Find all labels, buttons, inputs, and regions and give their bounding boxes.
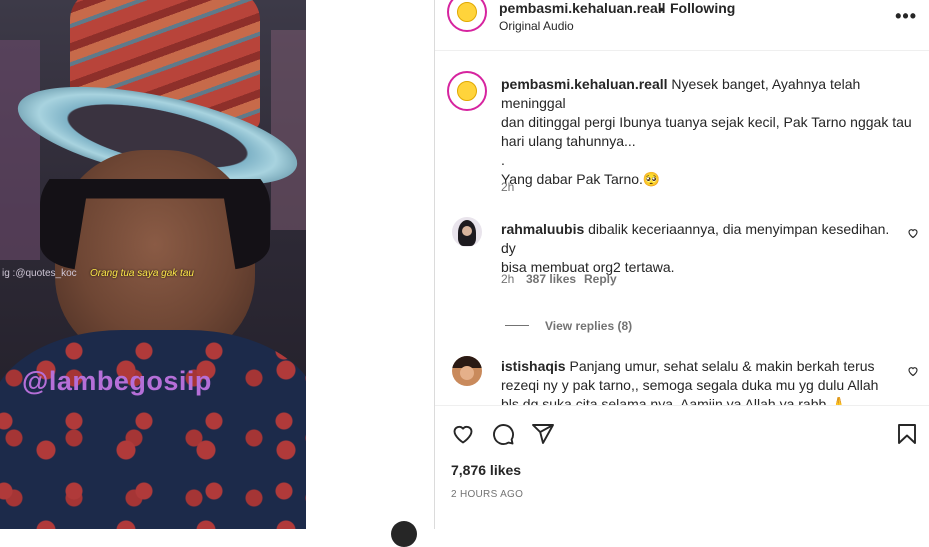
comment-line: rezeqi ny y pak tarno,, semoga segala du… xyxy=(501,377,879,393)
account-watermark: @lambegosiip xyxy=(22,366,212,396)
comment-age: 2h xyxy=(501,272,515,286)
post-header: pembasmi.kehaluan.reall • Following Orig… xyxy=(435,0,929,51)
author-avatar[interactable] xyxy=(447,0,487,32)
caption-line: dan ditinggal pergi Ibunya tuanya sejak … xyxy=(501,114,912,130)
comment-text: istishaqis Panjang umur, sehat selalu & … xyxy=(501,357,901,405)
reply-button[interactable]: Reply xyxy=(584,272,617,286)
background-panel xyxy=(0,40,40,260)
post-media[interactable]: ig :@quotes_koc Orang tua saya gak tau @… xyxy=(0,0,306,529)
comment-like-heart-icon[interactable] xyxy=(907,365,919,377)
commenter-avatar[interactable] xyxy=(452,217,482,247)
background-panel xyxy=(271,30,306,230)
caption-line: Yang dabar Pak Tarno.🥺 xyxy=(501,171,661,187)
view-replies-button[interactable]: View replies (8) xyxy=(545,319,632,333)
author-username[interactable]: pembasmi.kehaluan.reall xyxy=(499,0,666,16)
comment-like-heart-icon[interactable] xyxy=(907,227,919,239)
caption-line: hari ulang tahunnya... xyxy=(501,133,636,149)
comment-line: bls dg suka cita selama nya. Aamiin ya A… xyxy=(501,396,848,405)
commenter-username[interactable]: rahmaluubis xyxy=(501,221,584,237)
commenter-username[interactable]: istishaqis xyxy=(501,358,566,374)
view-replies-line xyxy=(505,325,529,326)
post-details-panel: pembasmi.kehaluan.reall • Following Orig… xyxy=(435,0,929,529)
avatar-logo xyxy=(457,81,477,101)
caption-text: pembasmi.kehaluan.reall Nyesek banget, A… xyxy=(501,75,921,189)
caption-age: 2h xyxy=(501,180,515,194)
following-button[interactable]: Following xyxy=(670,0,735,16)
caption-username[interactable]: pembasmi.kehaluan.reall xyxy=(501,76,668,92)
heart-icon[interactable] xyxy=(451,422,475,446)
more-horizontal-icon[interactable]: ••• xyxy=(895,6,917,27)
source-watermark: ig :@quotes_koc xyxy=(2,268,77,279)
caption-line: . xyxy=(501,152,505,168)
comment-icon[interactable] xyxy=(491,422,515,446)
avatar-logo xyxy=(457,2,477,22)
comment-line: Panjang umur, sehat selalu & makin berka… xyxy=(569,358,875,374)
video-subtitle: Orang tua saya gak tau xyxy=(90,268,194,279)
bookmark-icon[interactable] xyxy=(895,422,919,446)
audio-label[interactable]: Original Audio xyxy=(499,19,574,33)
person-shirt xyxy=(0,330,306,529)
carousel-nav-button[interactable] xyxy=(391,521,417,547)
post-actions-bar: 7,876 likes 2 HOURS AGO xyxy=(435,405,929,530)
separator-dot: • xyxy=(659,1,664,17)
post-timestamp: 2 HOURS AGO xyxy=(451,489,524,500)
comment-likes[interactable]: 387 likes xyxy=(526,272,576,286)
comment-text: rahmaluubis dibalik keceriaannya, dia me… xyxy=(501,220,901,277)
likes-count[interactable]: 7,876 likes xyxy=(451,462,521,478)
share-icon[interactable] xyxy=(531,422,555,446)
commenter-avatar[interactable] xyxy=(452,356,482,386)
caption-author-avatar[interactable] xyxy=(447,71,487,111)
